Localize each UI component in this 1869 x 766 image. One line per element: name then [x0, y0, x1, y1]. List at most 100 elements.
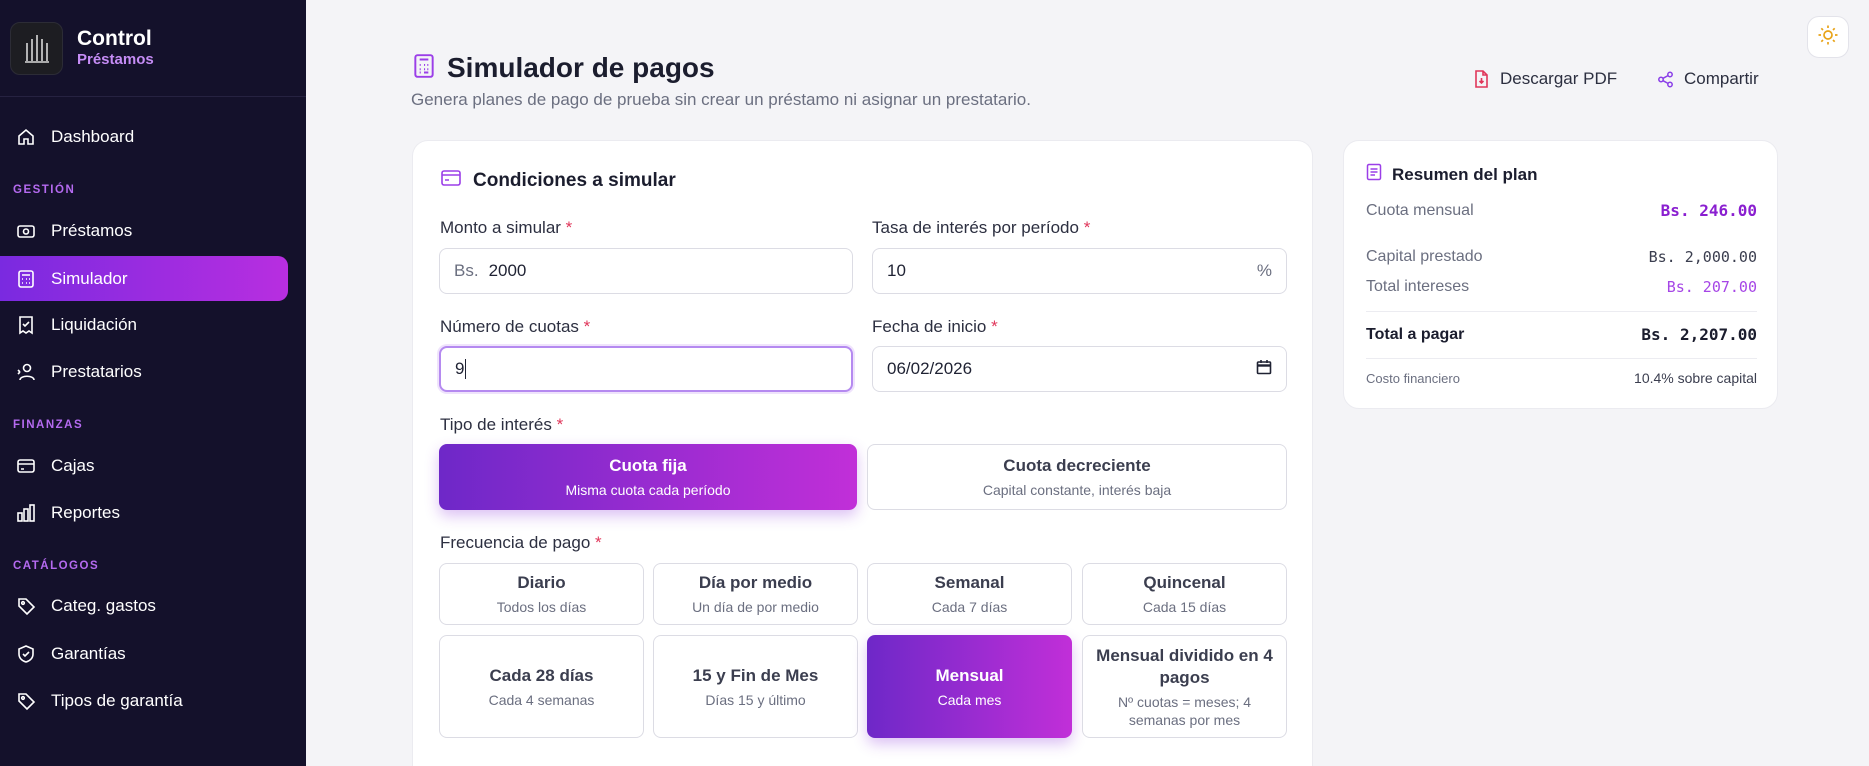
money-icon — [15, 220, 37, 242]
nav-section-gestion: GESTIÓN — [13, 184, 76, 196]
monto-label: Monto a simular * — [440, 218, 573, 237]
option-subtitle: Misma cuota cada período — [565, 482, 731, 498]
frecuencia-option-mensual-dividido[interactable]: Mensual dividido en 4 pagos Nº cuotas = … — [1082, 635, 1287, 738]
nav-reportes-label: Reportes — [51, 502, 120, 522]
brand-logo — [10, 21, 63, 75]
nav-categ-gastos-label: Categ. gastos — [51, 595, 156, 615]
summary-row-cuota: Cuota mensual Bs. 246.00 — [1366, 201, 1757, 220]
option-title: Semanal — [934, 573, 1005, 592]
tasa-input[interactable]: 10 % — [872, 248, 1287, 294]
share-icon — [1657, 71, 1674, 88]
option-subtitle: Cada 15 días — [1142, 599, 1227, 615]
nav-tipos-garantia-label: Tipos de garantía — [51, 690, 183, 710]
fecha-value: 06/02/2026 — [887, 359, 973, 378]
tipo-label: Tipo de interés * — [440, 415, 564, 434]
summary-divider — [1366, 358, 1757, 359]
bar-chart-icon — [15, 502, 37, 524]
total-value: Bs. 2,207.00 — [1641, 325, 1757, 344]
frecuencia-option-diario[interactable]: Diario Todos los días — [439, 563, 644, 625]
costo-value: 10.4% sobre capital — [1634, 370, 1757, 386]
option-title: Mensual dividido en 4 pagos — [1096, 645, 1273, 687]
option-subtitle: Un día de por medio — [692, 599, 819, 615]
summary-card: Resumen del plan Cuota mensual Bs. 246.0… — [1343, 140, 1778, 409]
monto-input[interactable]: Bs. 2000 — [439, 248, 853, 294]
frecuencia-option-mensual[interactable]: Mensual Cada mes — [867, 635, 1072, 738]
brand-title: Control — [77, 27, 152, 50]
option-title: Quincenal — [1143, 573, 1226, 592]
summary-row-intereses: Total intereses Bs. 207.00 — [1366, 278, 1757, 296]
tipo-option-cuota-decreciente[interactable]: Cuota decreciente Capital constante, int… — [867, 444, 1287, 510]
nav-prestatarios[interactable]: Prestatarios — [0, 349, 288, 394]
frecuencia-option-semanal[interactable]: Semanal Cada 7 días — [867, 563, 1072, 625]
nav-section-finanzas: FINANZAS — [13, 419, 84, 431]
option-title: Cuota fija — [609, 456, 687, 475]
nav-liquidacion-label: Liquidación — [51, 314, 138, 334]
nav-cajas[interactable]: Cajas — [0, 443, 288, 488]
brand-subtitle: Préstamos — [77, 51, 154, 68]
option-subtitle: Todos los días — [496, 599, 587, 615]
monto-value: 2000 — [488, 261, 527, 280]
nav-dashboard-label: Dashboard — [51, 126, 135, 146]
cuota-value: Bs. 246.00 — [1660, 201, 1757, 220]
frecuencia-option-dia-por-medio[interactable]: Día por medio Un día de por medio — [653, 563, 858, 625]
cuota-label: Cuota mensual — [1366, 201, 1474, 219]
nav-cajas-label: Cajas — [51, 455, 95, 475]
frecuencia-option-quincenal[interactable]: Quincenal Cada 15 días — [1082, 563, 1287, 625]
share-label: Compartir — [1684, 69, 1759, 88]
costo-label: Costo financiero — [1366, 370, 1460, 386]
nav-garantias-label: Garantías — [51, 643, 126, 663]
credit-card-icon — [15, 455, 37, 477]
option-title: Diario — [517, 573, 566, 592]
summary-divider — [1366, 311, 1757, 312]
nav-tipos-garantia[interactable]: Tipos de garantía — [0, 678, 288, 723]
cuotas-value: 9 — [455, 359, 465, 378]
theme-toggle-button[interactable] — [1807, 16, 1849, 58]
download-pdf-button[interactable]: Descargar PDF — [1473, 69, 1617, 89]
nav-reportes[interactable]: Reportes — [0, 490, 288, 535]
intereses-value: Bs. 207.00 — [1666, 278, 1757, 296]
conditions-card: Condiciones a simular Monto a simular * … — [412, 140, 1313, 766]
summary-row-capital: Capital prestado Bs. 2,000.00 — [1366, 248, 1757, 266]
intereses-label: Total intereses — [1366, 278, 1470, 295]
option-title: Cada 28 días — [489, 665, 594, 685]
conditions-card-title: Condiciones a simular — [473, 169, 676, 191]
nav-liquidacion[interactable]: Liquidación — [0, 302, 288, 347]
receipt-icon — [15, 314, 37, 336]
cuotas-input[interactable]: 9 — [439, 346, 853, 392]
home-icon — [15, 126, 37, 148]
brand[interactable]: Control Préstamos — [0, 0, 306, 97]
frecuencia-option-cada-28-dias[interactable]: Cada 28 días Cada 4 semanas — [439, 635, 644, 738]
shield-check-icon — [15, 643, 37, 665]
sidebar: Control Préstamos Dashboard GESTIÓN Prés… — [0, 0, 306, 766]
frecuencia-option-15-y-fin-de-mes[interactable]: 15 y Fin de Mes Días 15 y último — [653, 635, 858, 738]
nav-simulador[interactable]: Simulador — [0, 256, 288, 301]
cuotas-label: Número de cuotas * — [440, 317, 591, 336]
summary-row-total: Total a pagar Bs. 2,207.00 — [1366, 325, 1757, 344]
total-label: Total a pagar — [1366, 325, 1465, 343]
option-title: Mensual — [935, 665, 1004, 685]
nav-simulador-label: Simulador — [51, 268, 128, 288]
fecha-label: Fecha de inicio * — [872, 317, 998, 336]
summary-title: Resumen del plan — [1392, 164, 1538, 184]
file-pdf-icon — [1473, 70, 1490, 88]
nav-categ-gastos[interactable]: Categ. gastos — [0, 583, 288, 628]
nav-prestamos[interactable]: Préstamos — [0, 208, 288, 253]
share-button[interactable]: Compartir — [1657, 69, 1759, 89]
fecha-input[interactable]: 06/02/2026 — [872, 346, 1287, 392]
nav-section-catalogos: CATÁLOGOS — [13, 560, 100, 572]
nav-garantias[interactable]: Garantías — [0, 631, 288, 676]
summary-row-costo: Costo financiero 10.4% sobre capital — [1366, 370, 1757, 386]
text-caret — [465, 359, 467, 379]
option-title: Cuota decreciente — [1003, 456, 1151, 475]
calculator-icon — [15, 268, 37, 290]
option-subtitle: Nº cuotas = meses; 4 semanas por mes — [1117, 693, 1252, 728]
calendar-icon[interactable] — [1256, 359, 1272, 380]
nav-dashboard[interactable]: Dashboard — [0, 114, 288, 159]
tag-icon — [15, 690, 37, 712]
page-description: Genera planes de pago de prueba sin crea… — [411, 90, 1031, 109]
tipo-option-cuota-fija[interactable]: Cuota fija Misma cuota cada período — [439, 444, 857, 510]
sun-icon — [1817, 24, 1839, 51]
capital-label: Capital prestado — [1366, 248, 1483, 265]
option-subtitle: Cada 4 semanas — [488, 691, 595, 708]
option-title: Día por medio — [698, 573, 813, 592]
